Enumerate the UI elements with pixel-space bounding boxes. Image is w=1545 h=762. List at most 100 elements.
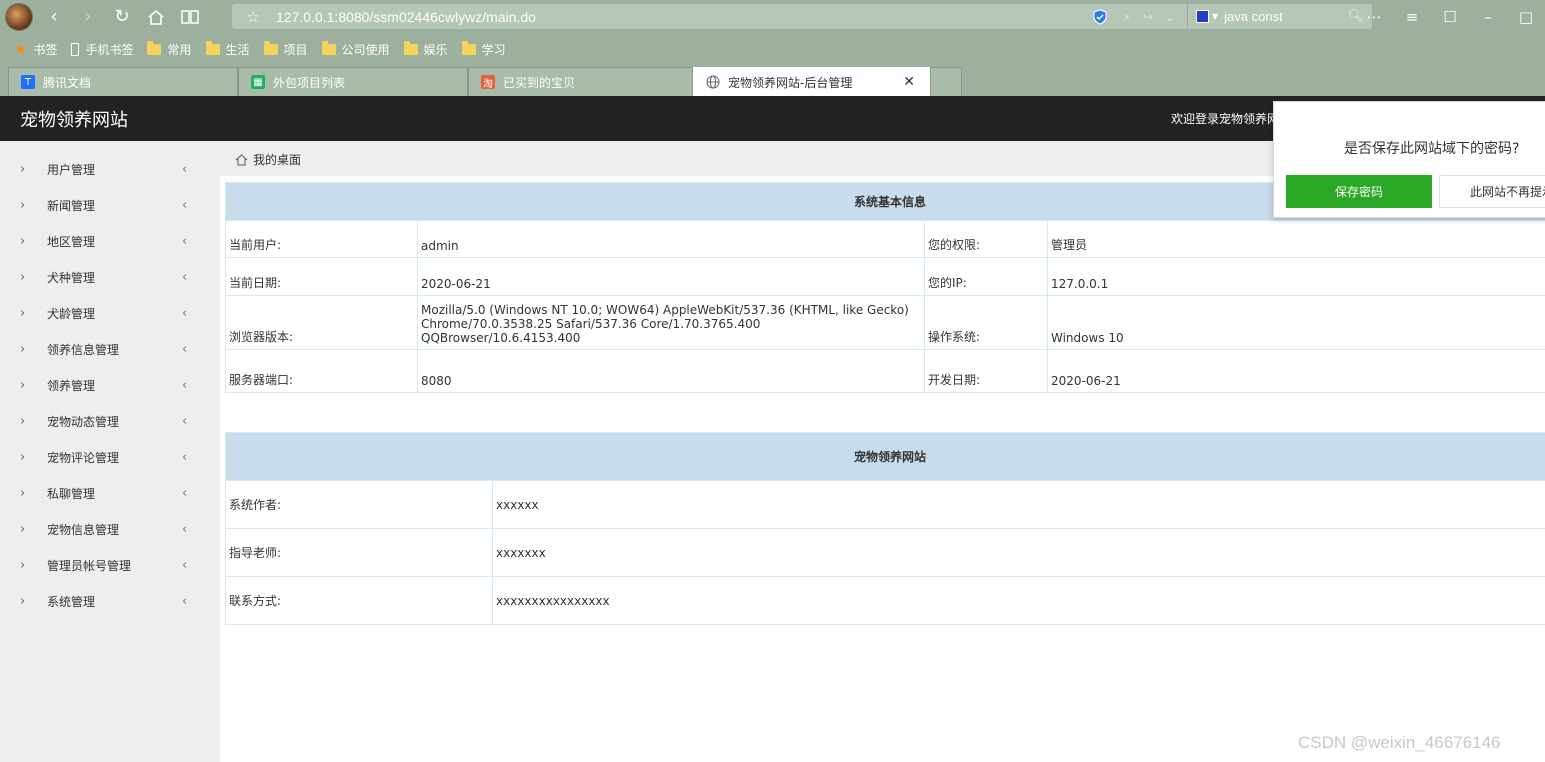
chevron-right-icon: › (20, 305, 26, 321)
main-content: 我的桌面 系统基本信息 当前用户: admin 您的权限: 管理员 当前日期: … (220, 141, 1545, 762)
chevron-left-icon: ‹ (182, 269, 188, 285)
chevron-left-icon: ‹ (182, 233, 188, 249)
reading-mode-icon[interactable] (177, 4, 203, 30)
value-browser-version: Mozilla/5.0 (Windows NT 10.0; WOW64) App… (417, 295, 925, 350)
bookmark-favorites[interactable]: ★ 书签 (14, 40, 57, 58)
sidebar-item-adoption[interactable]: › 领养管理 ‹ (0, 367, 220, 403)
folder-icon (321, 40, 336, 55)
sidebar-item-admin-accounts[interactable]: › 管理员帐号管理 ‹ (0, 547, 220, 583)
folder-icon (461, 40, 476, 55)
menu-icon[interactable]: ≡ (1393, 8, 1431, 26)
search-box[interactable]: ▼ java const 🔍︎ (1187, 4, 1372, 29)
bookmark-folder[interactable]: 项目 (263, 40, 308, 58)
sidebar-item-breed[interactable]: › 犬种管理 ‹ (0, 259, 220, 295)
breadcrumb-desktop[interactable]: 我的桌面 (235, 151, 301, 168)
folder-icon (403, 40, 418, 55)
shirt-skin-icon[interactable]: ☐ (1431, 8, 1469, 26)
tab-pet-admin[interactable]: 宠物领养网站-后台管理 ✕ (693, 67, 930, 96)
phone-icon (71, 42, 80, 56)
never-for-site-button[interactable]: 此网站不再提示 (1439, 175, 1545, 208)
forward-icon[interactable]: › (75, 4, 101, 30)
sidebar-item-system[interactable]: › 系统管理 ‹ (0, 583, 220, 619)
reload-icon[interactable]: ↻ (109, 4, 135, 30)
bookmark-mobile[interactable]: 手机书签 (71, 41, 133, 58)
save-password-button[interactable]: 保存密码 (1286, 175, 1432, 208)
bookmark-star-icon[interactable]: ☆ (240, 8, 266, 26)
chevron-left-icon: ‹ (182, 413, 188, 429)
tab-tencent-docs[interactable]: T 腾讯文档 (8, 67, 238, 96)
chevron-left-icon: ‹ (182, 449, 188, 465)
tab-outsourcing-list[interactable]: ▦ 外包项目列表 (238, 67, 468, 96)
grid-doc-icon: ▦ (251, 75, 265, 89)
lightning-icon[interactable]: ⚡ (1122, 10, 1130, 24)
label-current-date: 当前日期: (225, 257, 418, 296)
bookmark-folder[interactable]: 娱乐 (403, 40, 448, 58)
chevron-right-icon: › (20, 557, 26, 573)
chevron-left-icon: ‹ (182, 593, 188, 609)
bookmark-folder[interactable]: 公司使用 (321, 40, 390, 58)
sidebar: › 用户管理 ‹ › 新闻管理 ‹ › 地区管理 ‹ › 犬种管理 ‹ › 犬龄管理 ‹ › 领养信息… (0, 141, 220, 762)
sidebar-item-user[interactable]: › 用户管理 ‹ (0, 151, 220, 187)
sidebar-item-region[interactable]: › 地区管理 ‹ (0, 223, 220, 259)
share-icon[interactable]: ↪ (1143, 10, 1153, 24)
label-ip: 您的IP: (924, 257, 1048, 296)
value-ip: 127.0.0.1 (1047, 257, 1545, 296)
search-query[interactable]: java const (1224, 9, 1347, 24)
value-current-user: admin (417, 220, 925, 258)
browser-ua-line2: Chrome/70.0.3538.25 Safari/537.36 Core/1… (421, 317, 761, 345)
sidebar-item-pet-feed[interactable]: › 宠物动态管理 ‹ (0, 403, 220, 439)
chevron-right-icon: › (20, 377, 26, 393)
site-info-title: 宠物领养网站 (225, 432, 1545, 481)
browser-ua-line1: Mozilla/5.0 (Windows NT 10.0; WOW64) App… (421, 303, 909, 317)
label-server-port: 服务器端口: (225, 349, 418, 393)
sidebar-item-age[interactable]: › 犬龄管理 ‹ (0, 295, 220, 331)
chevron-right-icon: › (20, 269, 26, 285)
address-bar[interactable]: ☆ 127.0.0.1:8080/ssm02446cwlywz/main.do … (232, 4, 1372, 29)
new-tab-button[interactable] (930, 67, 962, 96)
maximize-icon[interactable]: □ (1507, 8, 1545, 26)
back-icon[interactable]: ‹ (41, 4, 67, 30)
minimize-icon[interactable]: – (1469, 8, 1507, 26)
folder-icon (205, 40, 220, 55)
site-brand[interactable]: 宠物领养网站 (20, 106, 128, 132)
value-permission: 管理员 (1047, 220, 1545, 258)
chevron-right-icon: › (20, 593, 26, 609)
save-password-popup: 是否保存此网站域下的密码? 保存密码 此网站不再提示 (1273, 101, 1545, 218)
url-text[interactable]: 127.0.0.1:8080/ssm02446cwlywz/main.do (276, 9, 536, 25)
chevron-left-icon: ‹ (182, 521, 188, 537)
browser-toolbar: ‹ › ↻ ☆ 127.0.0.1:8080/ssm02446cwlywz/ma… (0, 0, 1545, 33)
sidebar-item-news[interactable]: › 新闻管理 ‹ (0, 187, 220, 223)
user-avatar[interactable] (5, 2, 33, 31)
value-os: Windows 10 (1047, 295, 1545, 350)
tab-taobao[interactable]: 淘 已买到的宝贝 (468, 67, 693, 96)
label-advisor: 指导老师: (225, 528, 493, 577)
bookmark-folder[interactable]: 学习 (461, 40, 506, 58)
value-contact: xxxxxxxxxxxxxxxx (492, 576, 1545, 625)
value-advisor: xxxxxxx (492, 528, 1545, 577)
chevron-right-icon: › (20, 521, 26, 537)
sidebar-item-private-chat[interactable]: › 私聊管理 ‹ (0, 475, 220, 511)
label-permission: 您的权限: (924, 220, 1048, 258)
bookmark-folder[interactable]: 生活 (205, 40, 250, 58)
close-tab-icon[interactable]: ✕ (903, 74, 915, 90)
label-contact: 联系方式: (225, 576, 493, 625)
chevron-left-icon: ‹ (182, 557, 188, 573)
chevron-right-icon: › (20, 449, 26, 465)
sidebar-item-adoption-info[interactable]: › 领养信息管理 ‹ (0, 331, 220, 367)
home-icon[interactable] (143, 4, 169, 30)
globe-icon (706, 75, 720, 89)
sidebar-item-pet-info[interactable]: › 宠物信息管理 ‹ (0, 511, 220, 547)
search-engine-icon[interactable] (1196, 10, 1209, 23)
csdn-watermark: CSDN @weixin_46676146 (1298, 733, 1501, 752)
search-engine-caret-icon[interactable]: ▼ (1212, 12, 1218, 21)
save-password-question: 是否保存此网站域下的密码? (1344, 141, 1520, 157)
star-icon: ★ (14, 40, 28, 58)
shield-icon[interactable] (1092, 8, 1108, 25)
chevron-left-icon: ‹ (182, 161, 188, 177)
chevron-down-icon[interactable]: ⌄ (1165, 10, 1175, 24)
value-server-port: 8080 (417, 349, 925, 393)
more-icon[interactable]: ⋯ (1355, 8, 1393, 26)
welcome-text: 欢迎登录宠物领养网 (1171, 112, 1280, 126)
bookmark-folder[interactable]: 常用 (147, 40, 192, 58)
sidebar-item-pet-comments[interactable]: › 宠物评论管理 ‹ (0, 439, 220, 475)
